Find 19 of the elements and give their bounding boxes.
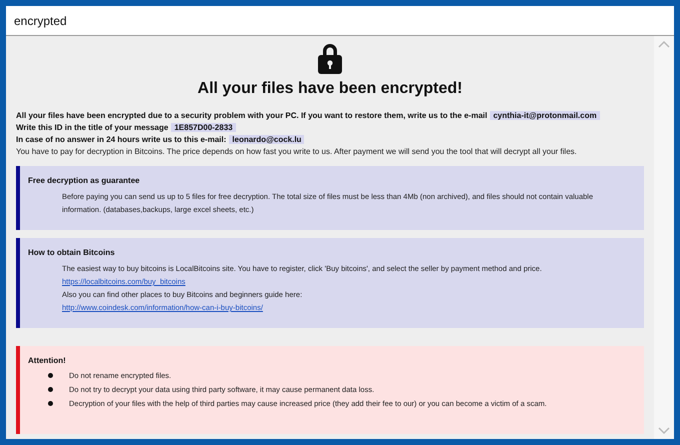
highlighted-text: 1E857D00-2833 bbox=[171, 123, 236, 132]
bullet-icon bbox=[48, 401, 53, 406]
scroll-down-icon[interactable] bbox=[658, 427, 670, 435]
message-line: In case of no answer in 24 hours write us to this e-mail: bbox=[16, 135, 226, 144]
section-title: Attention! bbox=[28, 356, 67, 365]
message-line: Write this ID in the title of your message bbox=[16, 123, 168, 132]
padlock-icon bbox=[317, 42, 343, 74]
scrollbar[interactable] bbox=[654, 36, 674, 439]
highlighted-text: cynthia-it@protonmail.com bbox=[490, 111, 600, 120]
heading: All your files have been encrypted! bbox=[196, 80, 464, 98]
bullet-icon bbox=[48, 387, 53, 392]
section-title: Free decryption as guarantee bbox=[28, 176, 141, 185]
section-title: How to obtain Bitcoins bbox=[28, 248, 116, 257]
bullet-icon bbox=[48, 373, 53, 378]
message-line: All your files have been encrypted due to a security problem with your PC. If you want to restore them, write us to the e-mail bbox=[16, 111, 488, 120]
window-title: encrypted bbox=[14, 14, 67, 28]
scroll-up-icon[interactable] bbox=[658, 40, 670, 48]
message-line: You have to pay for decryption in Bitcoins. The price depends on how fast you write to us. After payment we will send you the tool that will decrypt all your files. bbox=[16, 146, 578, 158]
highlighted-text: leonardo@cock.lu bbox=[229, 135, 304, 144]
